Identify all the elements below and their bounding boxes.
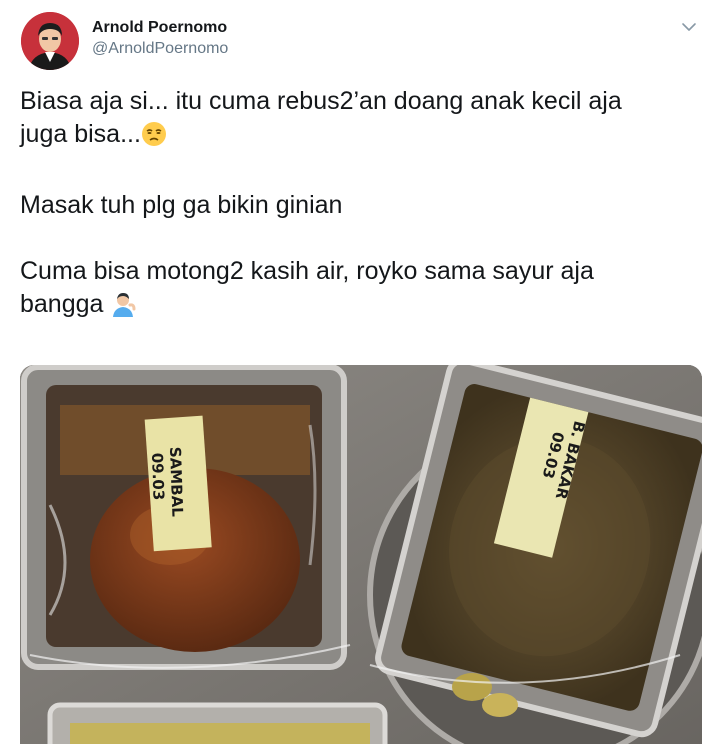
tweet-menu-button[interactable] [680, 18, 698, 36]
tweet-line-text: bangga [20, 290, 104, 318]
label-sambal-date: 09.03 [148, 453, 168, 501]
avatar-portrait-icon [21, 12, 79, 70]
unamused-face-emoji [141, 121, 167, 156]
author-handle[interactable]: @ArnoldPoernomo [92, 38, 228, 60]
chevron-down-icon [682, 23, 696, 31]
label-sambal-name: SAMBAL [166, 447, 186, 518]
food-containers-photo: SAMBAL 09.03 B. BAKAR 09.03 [20, 365, 702, 744]
person-tipping-hand-emoji [110, 291, 136, 326]
tweet-line: Masak tuh plg ga bikin ginian [20, 191, 343, 219]
author-block: Arnold Poernomo @ArnoldPoernomo [92, 18, 228, 60]
author-display-name[interactable]: Arnold Poernomo [92, 18, 228, 38]
author-avatar[interactable] [21, 12, 79, 70]
tweet-photo[interactable]: SAMBAL 09.03 B. BAKAR 09.03 [20, 365, 702, 744]
tweet-line: bangga [20, 288, 700, 326]
tweet-line-text: juga bisa... [20, 120, 141, 148]
tweet-card: Arnold Poernomo @ArnoldPoernomo Biasa aj… [0, 0, 720, 744]
tweet-line: Cuma bisa motong2 kasih air, royko sama … [20, 257, 594, 285]
tweet-line: juga bisa... [20, 118, 700, 156]
tweet-line: Biasa aja si... itu cuma rebus2’an doang… [20, 87, 622, 115]
tweet-text: Biasa aja si... itu cuma rebus2’an doang… [20, 85, 700, 326]
